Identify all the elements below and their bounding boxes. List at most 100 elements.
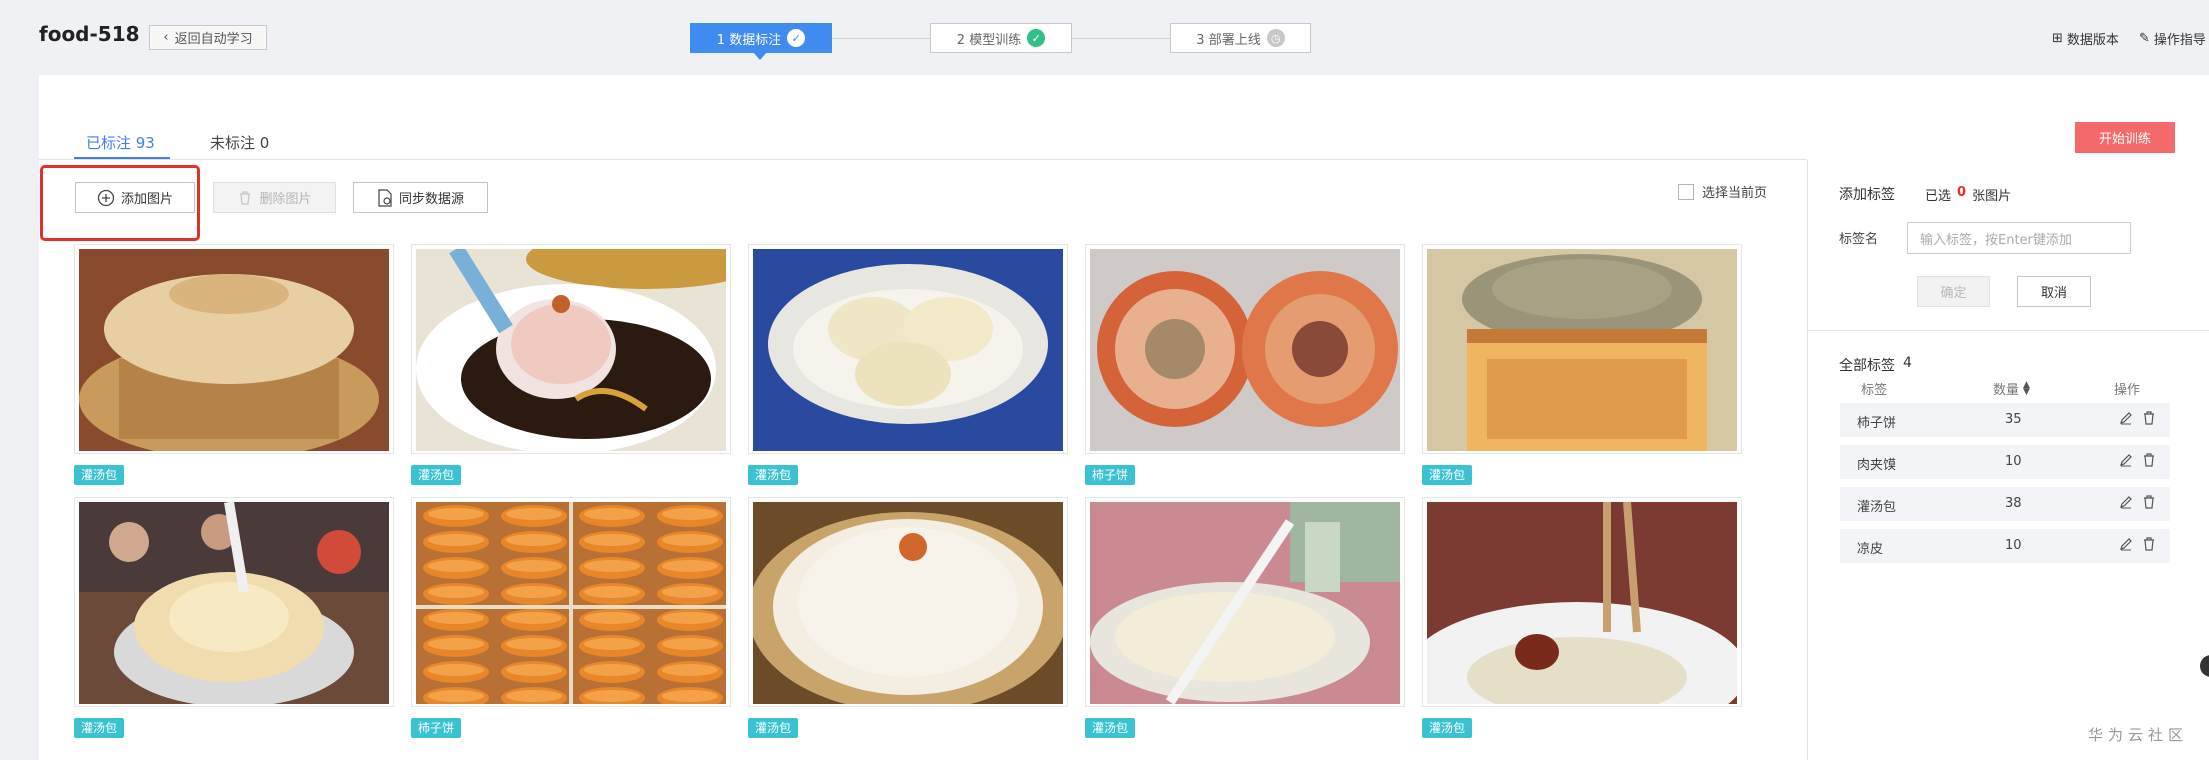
image-card[interactable] [748, 244, 1068, 454]
label-name: 肉夹馍 [1857, 458, 1897, 473]
image-card[interactable] [748, 497, 1068, 707]
start-training-button[interactable]: 开始训练 [2075, 122, 2175, 153]
trash-icon[interactable] [2142, 453, 2156, 471]
selected-suffix: 张图片 [1972, 189, 2012, 204]
label-count: 10 [2005, 538, 2022, 553]
label-name: 灌汤包 [1857, 500, 1897, 515]
annotation-highlight-box [40, 165, 200, 241]
document-sync-icon [378, 188, 392, 207]
image-card[interactable] [74, 244, 394, 454]
sync-datasource-button[interactable]: 同步数据源 [353, 182, 488, 213]
label-count: 35 [2005, 412, 2022, 427]
label-tag: 柿子饼 [1085, 465, 1136, 485]
image-card[interactable] [411, 244, 731, 454]
selected-count: 0 [1957, 185, 1967, 200]
edit-icon[interactable] [2119, 537, 2133, 555]
food-photo[interactable] [79, 249, 389, 451]
column-count-sort[interactable]: 数量 ▲ ▼ [1993, 379, 2030, 398]
food-photo[interactable] [753, 502, 1063, 704]
step-label: 2 模型训练 [956, 32, 1022, 48]
trash-icon[interactable] [2142, 411, 2156, 429]
food-photo[interactable] [1427, 249, 1737, 451]
step-label: 3 部署上线 [1196, 32, 1261, 48]
select-current-page-label: 选择当前页 [1702, 186, 1768, 201]
image-card[interactable] [1085, 497, 1405, 707]
image-card[interactable] [74, 497, 394, 707]
watermark: 华为云社区 [2088, 726, 2189, 744]
tabs-divider [39, 159, 1807, 160]
food-photo[interactable] [416, 249, 726, 451]
step-connector [832, 38, 930, 39]
step-data-labeling[interactable]: 1 数据标注 ✓ [690, 23, 832, 53]
image-card[interactable] [411, 497, 731, 707]
label-tag: 灌汤包 [748, 718, 799, 738]
check-icon: ✓ [1027, 29, 1046, 47]
image-card[interactable] [1422, 244, 1742, 454]
right-panel-divider [1807, 160, 1808, 760]
food-photo[interactable] [79, 502, 389, 704]
back-button-label: 返回自动学习 [174, 32, 253, 47]
column-count: 数量 [1993, 383, 2020, 398]
data-version-label: 数据版本 [2066, 33, 2119, 48]
all-labels-header: 全部标签 4 [1839, 355, 1912, 375]
selected-count-text: 已选 0 张图片 [1925, 185, 2011, 204]
food-photo[interactable] [1427, 502, 1737, 704]
step-model-training[interactable]: 2 模型训练 ✓ [930, 23, 1072, 53]
all-labels-count: 4 [1903, 355, 1912, 371]
step-connector [1072, 38, 1170, 39]
app-title: food-518 [39, 22, 140, 46]
chevron-left-icon: ‹ [163, 30, 169, 45]
label-tag: 灌汤包 [748, 465, 799, 485]
label-row: 凉皮 10 [1840, 529, 2170, 563]
all-labels-title: 全部标签 [1839, 358, 1895, 374]
step-deploy[interactable]: 3 部署上线 ◷ [1170, 23, 1311, 53]
clock-icon: ◷ [1266, 29, 1285, 47]
select-current-page[interactable]: 选择当前页 [1678, 182, 1767, 201]
label-tag: 灌汤包 [74, 465, 125, 485]
cancel-button[interactable]: 取消 [2017, 276, 2091, 307]
edit-icon[interactable] [2119, 495, 2133, 513]
label-name-input[interactable]: 输入标签，按Enter键添加 [1907, 222, 2131, 254]
label-name-caption: 标签名 [1839, 232, 1879, 247]
operation-guide-label: 操作指导 [2153, 33, 2206, 48]
label-tag: 灌汤包 [1422, 465, 1473, 485]
label-tag: 柿子饼 [411, 718, 462, 738]
label-name: 柿子饼 [1857, 416, 1897, 431]
column-label: 标签 [1861, 383, 1888, 398]
operation-guide-link[interactable]: ✎ 操作指导 [2139, 29, 2206, 48]
sort-icon: ▲ ▼ [2023, 379, 2030, 397]
edit-icon[interactable] [2119, 453, 2133, 471]
data-version-link[interactable]: ⊞ 数据版本 [2052, 29, 2119, 48]
edit-icon[interactable] [2119, 411, 2133, 429]
checkbox[interactable] [1678, 183, 1694, 200]
guide-icon: ✎ [2139, 31, 2150, 46]
add-label-title: 添加标签 [1839, 187, 1895, 203]
food-photo[interactable] [1090, 249, 1400, 451]
label-row: 肉夹馍 10 [1840, 445, 2170, 479]
label-row: 灌汤包 38 [1840, 487, 2170, 521]
column-operations: 操作 [2114, 383, 2141, 398]
selected-prefix: 已选 [1925, 189, 1952, 204]
trash-icon[interactable] [2142, 495, 2156, 513]
image-card[interactable] [1422, 497, 1742, 707]
back-to-autolearn-button[interactable]: ‹ 返回自动学习 [149, 25, 267, 50]
label-tag: 灌汤包 [1085, 718, 1136, 738]
food-photo[interactable] [753, 249, 1063, 451]
delete-image-button[interactable]: 删除图片 [213, 182, 336, 213]
step-label: 1 数据标注 [716, 32, 782, 48]
tab-labeled[interactable]: 已标注 93 [86, 132, 155, 153]
label-count: 10 [2005, 454, 2022, 469]
grid-icon: ⊞ [2052, 31, 2063, 46]
label-tag: 灌汤包 [1422, 718, 1473, 738]
label-tag: 灌汤包 [411, 465, 462, 485]
tab-unlabeled[interactable]: 未标注 0 [210, 132, 269, 153]
trash-icon[interactable] [2142, 537, 2156, 555]
food-photo[interactable] [1090, 502, 1400, 704]
trash-icon [240, 190, 251, 205]
confirm-button[interactable]: 确定 [1917, 276, 1990, 307]
label-tag: 灌汤包 [74, 718, 125, 738]
label-row: 柿子饼 35 [1840, 403, 2170, 437]
image-card[interactable] [1085, 244, 1405, 454]
food-photo[interactable] [416, 502, 726, 704]
sync-datasource-label: 同步数据源 [398, 192, 464, 207]
